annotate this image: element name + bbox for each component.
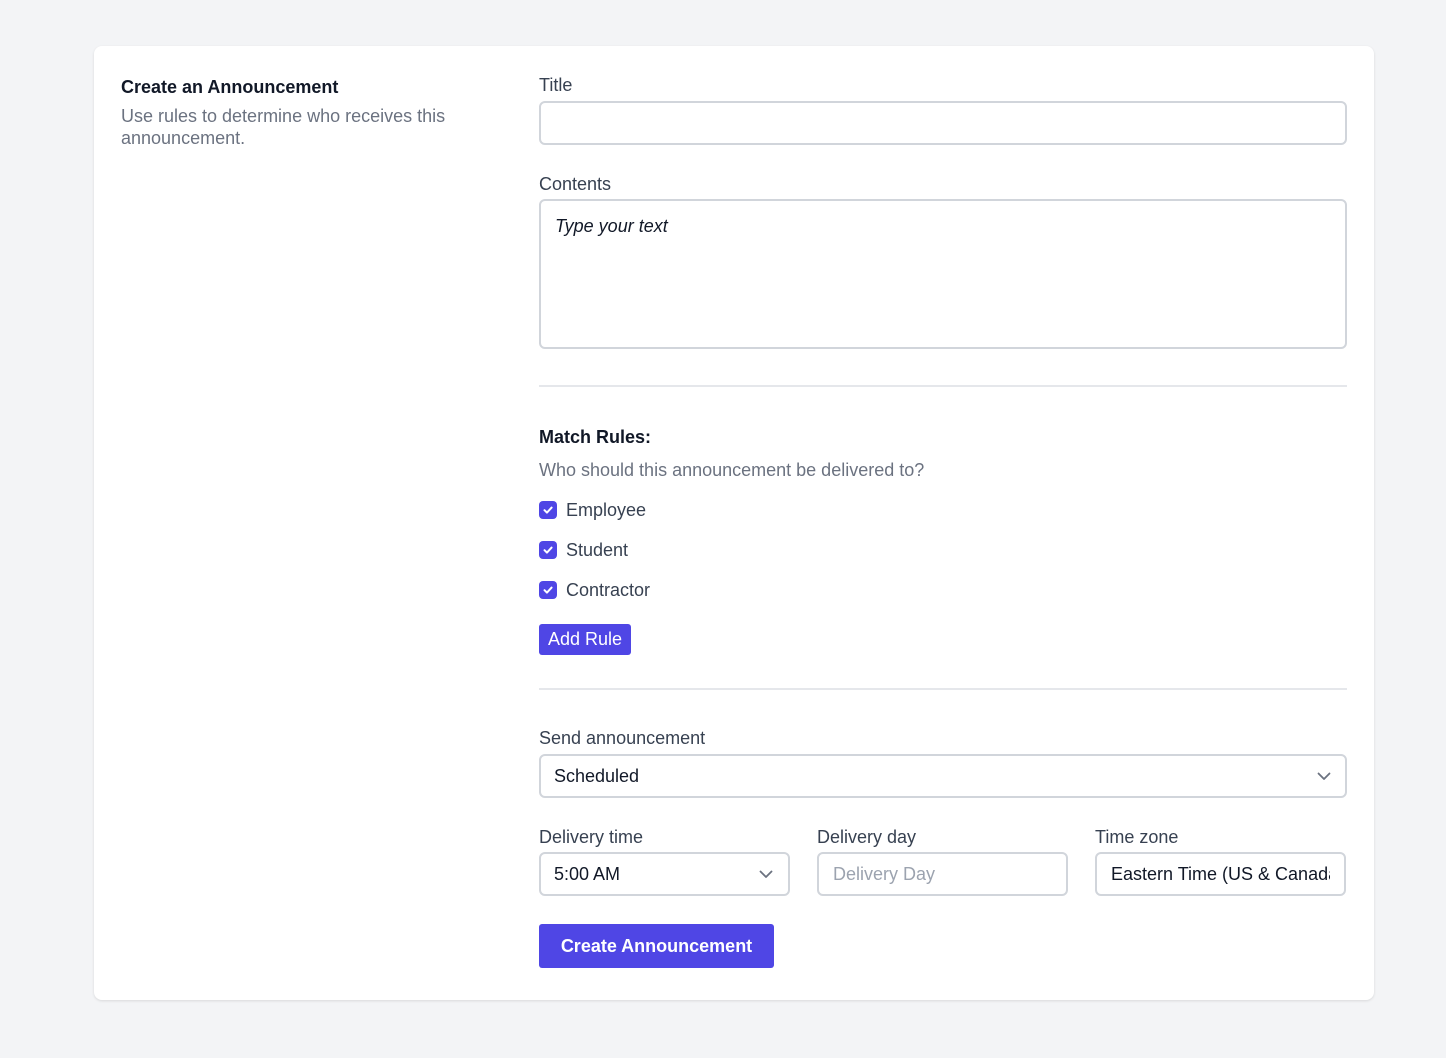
chevron-down-icon [1317,772,1331,780]
send-announcement-label: Send announcement [539,728,706,748]
intro-section: Create an Announcement Use rules to dete… [121,76,491,149]
title-label: Title [539,75,573,95]
contents-label: Contents [539,174,612,194]
delivery-day-input[interactable] [817,852,1068,896]
divider [539,385,1347,387]
check-icon [543,546,553,554]
contractor-label: Contractor [566,579,651,600]
delivery-time-group: Delivery time 5:00 AM [539,826,790,896]
send-announcement-select[interactable]: Scheduled [539,754,1347,798]
contractor-checkbox[interactable] [539,581,557,599]
chevron-down-icon [759,870,773,878]
match-rules-description: Who should this announcement be delivere… [539,460,925,480]
announcement-card: Create an Announcement Use rules to dete… [94,46,1374,1000]
create-announcement-button[interactable]: Create Announcement [539,924,774,968]
student-label: Student [566,539,629,560]
delivery-row: Delivery time 5:00 AM Delivery day Time … [539,826,1347,896]
time-zone-label: Time zone [1095,827,1179,847]
rule-option-employee[interactable]: Employee [539,499,1347,521]
check-icon [543,506,553,514]
delivery-day-group: Delivery day [817,826,1068,896]
delivery-time-value: 5:00 AM [554,863,621,884]
delivery-time-select[interactable]: 5:00 AM [539,852,790,896]
student-checkbox[interactable] [539,541,557,559]
announcement-form: Title Contents Type your text Match Rule… [539,74,1347,968]
divider [539,688,1347,690]
add-rule-button[interactable]: Add Rule [539,624,632,655]
time-zone-group: Time zone [1095,826,1346,896]
check-icon [543,586,553,594]
rule-option-contractor[interactable]: Contractor [539,579,1347,601]
delivery-day-label: Delivery day [817,827,917,847]
section-description: Use rules to determine who receives this… [121,106,446,148]
employee-label: Employee [566,499,647,520]
title-input[interactable] [539,101,1347,145]
contents-textarea[interactable]: Type your text [539,199,1347,349]
time-zone-input[interactable] [1095,852,1346,896]
delivery-time-label: Delivery time [539,827,644,847]
send-announcement-value: Scheduled [554,765,640,786]
employee-checkbox[interactable] [539,501,557,519]
match-rules-title: Match Rules: [539,427,652,447]
contents-placeholder: Type your text [555,216,668,236]
section-title: Create an Announcement [121,77,339,97]
rule-option-student[interactable]: Student [539,539,1347,561]
